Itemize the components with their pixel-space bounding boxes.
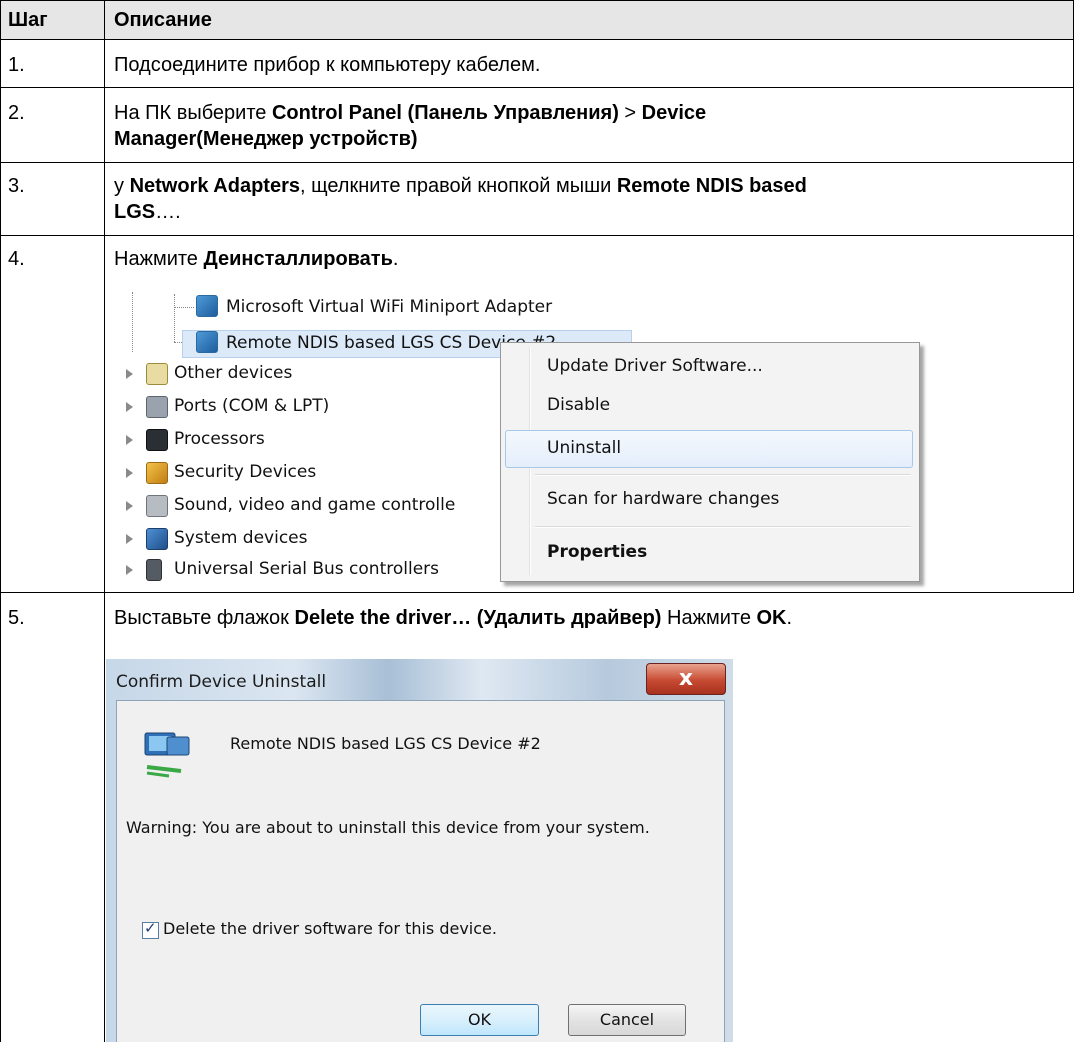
- step-number: 4.: [8, 248, 25, 270]
- expand-arrow-icon[interactable]: [126, 435, 133, 445]
- expand-arrow-icon[interactable]: [126, 534, 133, 544]
- step-text: Нажмите Деинсталлировать.: [114, 248, 399, 270]
- menu-item-properties[interactable]: Properties: [547, 537, 647, 567]
- tree-item-security-devices[interactable]: Security Devices: [174, 459, 316, 485]
- speaker-icon: [146, 495, 168, 517]
- menu-item-uninstall[interactable]: Uninstall: [547, 433, 621, 463]
- network-adapter-icon: [196, 331, 218, 353]
- tree-item-system-devices[interactable]: System devices: [174, 525, 308, 551]
- tree-item-other-devices[interactable]: Other devices: [174, 360, 292, 386]
- step-text: Выставьте флажок Delete the driver… (Уда…: [114, 607, 793, 629]
- step-number: 3.: [8, 175, 25, 197]
- key-icon: [146, 462, 168, 484]
- expand-arrow-icon[interactable]: [126, 369, 133, 379]
- step-text: Подсоедините прибор к компьютеру кабелем…: [114, 54, 541, 76]
- ok-button[interactable]: OK: [420, 1004, 539, 1036]
- usb-icon: [146, 559, 162, 581]
- step-number: 1.: [8, 54, 25, 76]
- step-text: у Network Adapters, щелкните правой кноп…: [114, 175, 807, 223]
- expand-arrow-icon[interactable]: [126, 565, 133, 575]
- step-text: На ПК выберите Control Panel (Панель Упр…: [114, 102, 707, 150]
- header-step: Шаг: [8, 9, 48, 31]
- menu-item-scan-hardware[interactable]: Scan for hardware changes: [547, 484, 779, 514]
- unknown-device-icon: [146, 363, 168, 385]
- port-icon: [146, 396, 168, 418]
- cancel-button[interactable]: Cancel: [568, 1004, 686, 1036]
- header-description: Описание: [114, 9, 212, 31]
- network-adapter-icon: [196, 295, 218, 317]
- dialog-body: Remote NDIS based LGS CS Device #2 Warni…: [116, 700, 725, 1042]
- expand-arrow-icon[interactable]: [126, 501, 133, 511]
- step-number: 5.: [8, 607, 25, 629]
- close-icon: x: [678, 666, 694, 691]
- device-manager-screenshot: Microsoft Virtual WiFi Miniport Adapter …: [116, 292, 926, 584]
- delete-driver-label: Delete the driver software for this devi…: [163, 919, 497, 938]
- context-menu: Update Driver Software... Disable Uninst…: [500, 342, 920, 582]
- checkmark-icon: ✓: [144, 919, 157, 937]
- menu-item-update-driver[interactable]: Update Driver Software...: [547, 351, 763, 381]
- computer-icon: [146, 528, 168, 550]
- tree-item-wifi-adapter[interactable]: Microsoft Virtual WiFi Miniport Adapter: [226, 294, 552, 320]
- dialog-title: Confirm Device Uninstall: [116, 672, 327, 692]
- tree-item-sound-video[interactable]: Sound, video and game controlle: [174, 492, 455, 518]
- close-button[interactable]: x: [646, 663, 726, 695]
- network-device-icon: [144, 732, 190, 778]
- tree-item-usb-controllers[interactable]: Universal Serial Bus controllers: [174, 556, 439, 582]
- tree-item-processors[interactable]: Processors: [174, 426, 265, 452]
- tree-item-ports[interactable]: Ports (COM & LPT): [174, 393, 329, 419]
- processor-icon: [146, 429, 168, 451]
- expand-arrow-icon[interactable]: [126, 468, 133, 478]
- confirm-uninstall-dialog: Confirm Device Uninstall x Remote NDIS b…: [106, 659, 733, 1042]
- step-number: 2.: [8, 102, 25, 124]
- expand-arrow-icon[interactable]: [126, 402, 133, 412]
- device-name: Remote NDIS based LGS CS Device #2: [230, 734, 541, 753]
- delete-driver-checkbox[interactable]: ✓: [142, 919, 159, 939]
- warning-text: Warning: You are about to uninstall this…: [126, 818, 650, 837]
- menu-item-disable[interactable]: Disable: [547, 390, 610, 420]
